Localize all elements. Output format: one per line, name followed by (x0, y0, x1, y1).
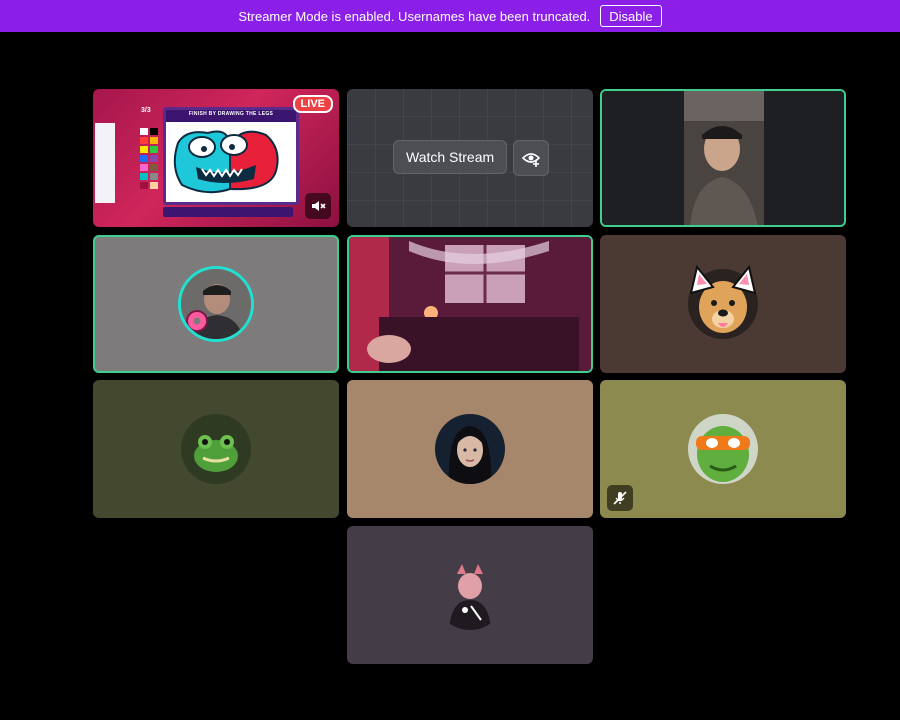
participant-tile-tan[interactable] (347, 380, 593, 518)
game-canvas: FINISH BY DRAWING THE LEGS (163, 107, 299, 205)
pop-out-stream-button[interactable] (513, 140, 549, 176)
disable-streamer-mode-button[interactable]: Disable (600, 5, 662, 27)
participant-tile-olive-dark[interactable] (93, 380, 339, 518)
eye-add-icon (521, 153, 541, 167)
mic-muted-icon (613, 491, 627, 505)
round-counter: 3/3 (141, 107, 151, 114)
watch-stream-button[interactable]: Watch Stream (393, 140, 508, 174)
participant-avatar (688, 414, 758, 484)
watch-stream-tile[interactable]: Watch Stream (347, 89, 593, 227)
participant-avatar (181, 414, 251, 484)
participant-avatar (435, 414, 505, 484)
participant-avatar (435, 560, 505, 630)
color-palette (139, 127, 159, 197)
cat-ears-filter (689, 265, 757, 295)
streamer-mode-banner: Streamer Mode is enabled. Usernames have… (0, 0, 900, 32)
participant-tile-brown[interactable] (600, 235, 846, 373)
stream-tile[interactable]: 3/3 FINISH BY DRAWING THE LEGS LIVE (93, 89, 339, 227)
stream-mute-button[interactable] (305, 193, 331, 219)
stream-sidebar (95, 123, 115, 203)
participant-tile-room-video[interactable] (347, 235, 593, 373)
participant-avatar (178, 266, 254, 342)
speaker-muted-icon (312, 201, 326, 211)
webcam-video (684, 91, 764, 225)
game-controls-bar (163, 207, 293, 217)
participant-tile-purple-gray[interactable] (347, 526, 593, 664)
game-title: FINISH BY DRAWING THE LEGS (188, 111, 274, 117)
live-badge: LIVE (292, 95, 333, 113)
participant-tile-olive[interactable] (600, 380, 846, 518)
participant-tile-webcam[interactable] (600, 89, 846, 227)
participant-tile-gray[interactable] (93, 235, 339, 373)
streamer-mode-message: Streamer Mode is enabled. Usernames have… (238, 8, 591, 24)
muted-indicator (607, 485, 633, 511)
room-video (349, 237, 591, 371)
game-title-bar: FINISH BY DRAWING THE LEGS (166, 110, 296, 122)
monster-drawing (166, 123, 290, 197)
webcam-person (684, 91, 764, 225)
